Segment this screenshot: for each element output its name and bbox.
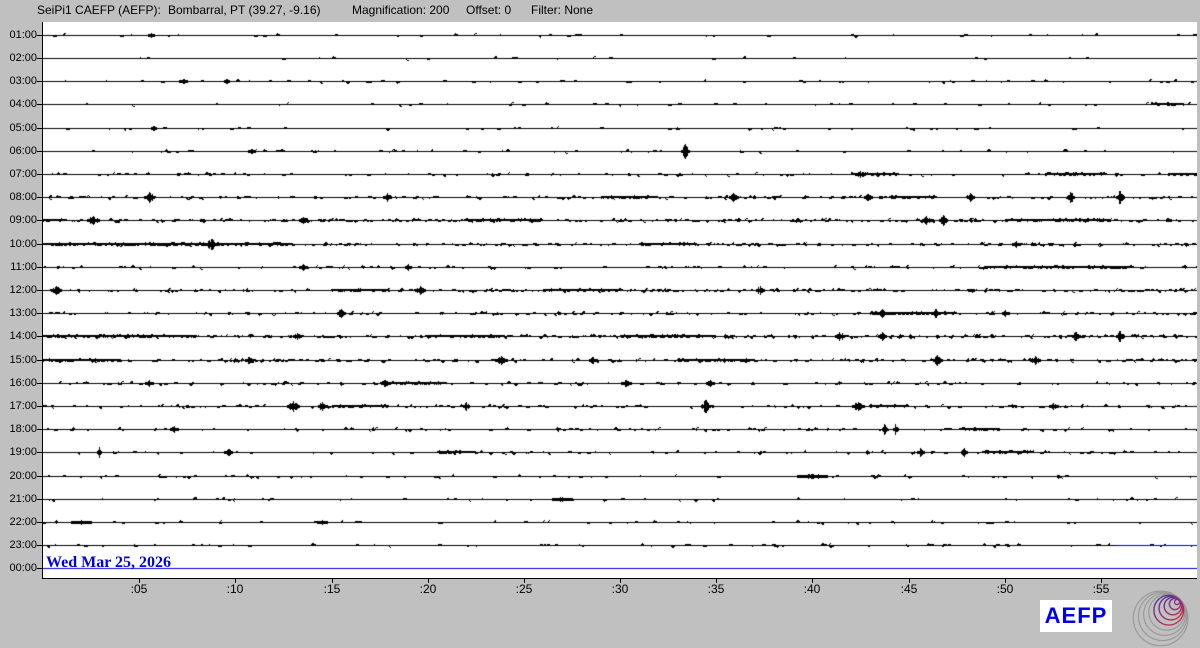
row-time-label: 15:00 (9, 354, 37, 366)
row-tick-mark (37, 313, 42, 314)
row-time-label: 10:00 (9, 238, 37, 250)
x-axis-tick-label: :15 (323, 582, 341, 596)
x-axis-tick-label: :35 (707, 582, 725, 596)
row-tick-mark (37, 429, 42, 430)
row-time-label: 23:00 (9, 539, 37, 551)
row-tick-mark (37, 81, 42, 82)
row-tick-mark (37, 197, 42, 198)
row-time-label: 12:00 (9, 284, 37, 296)
offset-label: Offset: 0 (466, 3, 512, 17)
row-tick-mark (37, 452, 42, 453)
row-tick-mark (37, 545, 42, 546)
row-time-label: 05:00 (9, 122, 37, 134)
x-axis-tick-label: :50 (996, 582, 1014, 596)
row-time-label: 08:00 (9, 191, 37, 203)
row-tick-mark (37, 290, 42, 291)
row-time-label: 22:00 (9, 516, 37, 528)
row-tick-mark (37, 383, 42, 384)
row-time-label: 06:00 (9, 145, 37, 157)
agency-logo-text: AEFP (1044, 603, 1108, 628)
x-axis-tick-label: :40 (803, 582, 821, 596)
row-tick-mark (37, 128, 42, 129)
row-time-label: 18:00 (9, 423, 37, 435)
row-time-label: 02:00 (9, 52, 37, 64)
row-tick-mark (37, 220, 42, 221)
station-id-label: SeiPi1 CAEFP (AEFP): (37, 3, 161, 17)
row-tick-mark (37, 35, 42, 36)
row-time-label: 17:00 (9, 400, 37, 412)
row-tick-mark (37, 406, 42, 407)
row-tick-mark (37, 522, 42, 523)
row-time-label: 21:00 (9, 493, 37, 505)
row-time-label: 13:00 (9, 307, 37, 319)
row-tick-mark (37, 267, 42, 268)
helicorder-app-window: { "header": { "station": "SeiPi1 CAEFP (… (0, 0, 1200, 648)
row-tick-mark (37, 360, 42, 361)
agency-logo-box: AEFP (1040, 600, 1112, 632)
seismogram-traces-canvas (43, 22, 1197, 578)
seismogram-plot-area: Wed Mar 25, 2026 (42, 22, 1197, 579)
spiral-seismogram-logo-icon (1132, 590, 1189, 647)
row-time-label: 09:00 (9, 214, 37, 226)
row-tick-mark (37, 336, 42, 337)
row-time-label: 04:00 (9, 98, 37, 110)
magnification-label: Magnification: 200 (352, 3, 450, 17)
x-axis-tick-label: :30 (611, 582, 629, 596)
row-time-label: 03:00 (9, 75, 37, 87)
row-time-label: 20:00 (9, 470, 37, 482)
x-axis-tick-label: :25 (515, 582, 533, 596)
x-axis-tick-label: :45 (900, 582, 918, 596)
row-time-label: 07:00 (9, 168, 37, 180)
row-tick-mark (37, 174, 42, 175)
row-time-label: 16:00 (9, 377, 37, 389)
station-location-label: Bombarral, PT (39.27, -9.16) (168, 3, 321, 17)
row-tick-mark (37, 499, 42, 500)
row-time-label: 11:00 (10, 261, 37, 273)
row-time-label: 01:00 (9, 29, 37, 41)
row-tick-mark (37, 568, 42, 569)
row-time-label: 00:00 (9, 562, 37, 574)
filter-label: Filter: None (531, 3, 594, 17)
row-tick-mark (37, 244, 42, 245)
row-time-label: 14:00 (9, 330, 37, 342)
x-axis-tick-label: :05 (130, 582, 148, 596)
row-tick-mark (37, 151, 42, 152)
x-axis-tick-label: :20 (419, 582, 437, 596)
x-axis-tick-label: :10 (226, 582, 244, 596)
row-time-label: 19:00 (9, 446, 37, 458)
x-axis-tick-label: :55 (1092, 582, 1110, 596)
row-tick-mark (37, 104, 42, 105)
row-tick-mark (37, 58, 42, 59)
row-tick-mark (37, 476, 42, 477)
